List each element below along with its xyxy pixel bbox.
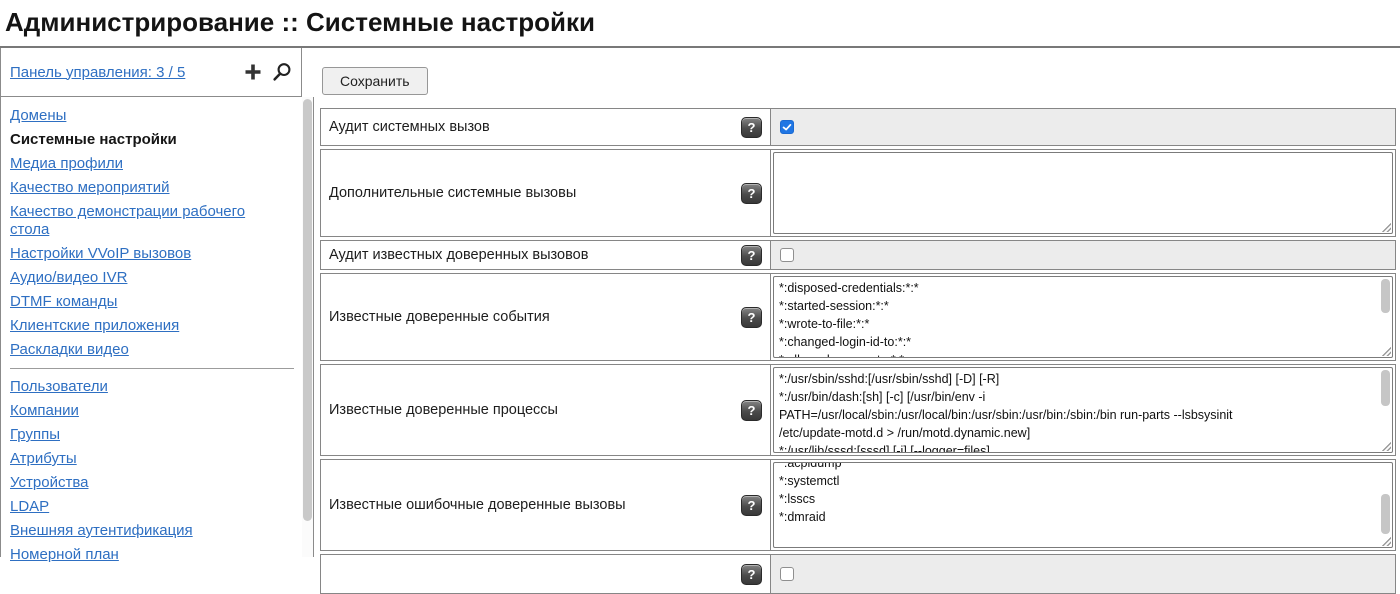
field-label: Известные доверенные события xyxy=(329,309,741,325)
help-icon[interactable]: ? xyxy=(741,495,762,516)
sidebar-item-link[interactable]: Атрибуты xyxy=(10,450,77,467)
textarea[interactable]: *:/usr/sbin/sshd:[/usr/sbin/sshd] [-D] [… xyxy=(773,367,1393,453)
form-row: Известные доверенные процессы? *:/usr/sbi… xyxy=(320,364,1396,456)
sidebar-item: Компании xyxy=(10,402,272,420)
help-icon[interactable]: ? xyxy=(741,183,762,204)
scrollbar-thumb[interactable] xyxy=(1381,370,1390,406)
sidebar-item-link[interactable]: Раскладки видео xyxy=(10,341,129,358)
sidebar-item-link[interactable]: Группы xyxy=(10,426,60,443)
sidebar-item: Медиа профили xyxy=(10,155,272,173)
textarea-content: *:acpidump *:systemctl *:lsscs *:dmraid xyxy=(774,462,1392,528)
plus-icon[interactable] xyxy=(243,62,263,82)
sidebar-item: Системные настройки xyxy=(10,131,272,149)
form-row: Известные доверенные события? *:disposed-… xyxy=(320,273,1396,361)
checkbox-unchecked[interactable] xyxy=(780,567,794,581)
textarea-content: *:disposed-credentials:*:* *:started-ses… xyxy=(774,277,1392,358)
sidebar-item: DTMF команды xyxy=(10,293,272,311)
scrollbar-thumb[interactable] xyxy=(1381,494,1390,534)
sidebar-item: Устройства xyxy=(10,474,272,492)
sidebar-item-link[interactable]: Пользователи xyxy=(10,378,108,395)
sidebar-item-link[interactable]: Качество мероприятий xyxy=(10,179,170,196)
field-label: Известные доверенные процессы xyxy=(329,402,741,418)
sidebar-item-current: Системные настройки xyxy=(10,131,177,148)
sidebar-item: Пользователи xyxy=(10,378,272,396)
sidebar-item-link[interactable]: Номерной план xyxy=(10,546,119,563)
control-panel-link[interactable]: Панель управления: 3 / 5 xyxy=(10,64,185,81)
sidebar-item: Группы xyxy=(10,426,272,444)
sidebar-item-link[interactable]: Аудио/видео IVR xyxy=(10,269,127,286)
magnifier-icon[interactable] xyxy=(270,61,293,84)
form-row: Дополнительные системные вызовы? xyxy=(320,149,1396,237)
field-label: Аудит известных доверенных вызовов xyxy=(329,247,741,263)
sidebar-item: LDAP xyxy=(10,498,272,516)
settings-panel: Сохранить Аудит системных вызов?Дополнит… xyxy=(320,48,1400,557)
sidebar-header: Панель управления: 3 / 5 xyxy=(1,48,302,97)
field-label: Известные ошибочные доверенные вызовы xyxy=(329,497,741,513)
field-label: Аудит системных вызов xyxy=(329,119,741,135)
sidebar-item-link[interactable]: Медиа профили xyxy=(10,155,123,172)
form-row: Аудит системных вызов? xyxy=(320,108,1396,146)
textarea[interactable]: *:disposed-credentials:*:* *:started-ses… xyxy=(773,276,1393,358)
sidebar-item: Атрибуты xyxy=(10,450,272,468)
sidebar-nav: Домены Системные настройки Медиа профили Ка… xyxy=(1,97,302,564)
sidebar-item: Домены xyxy=(10,107,272,125)
sidebar-item-link[interactable]: Внешняя аутентификация xyxy=(10,522,193,539)
sidebar-item-link[interactable]: Клиентские приложения xyxy=(10,317,179,334)
textarea[interactable]: *:acpidump *:systemctl *:lsscs *:dmraid xyxy=(773,462,1393,548)
help-icon[interactable]: ? xyxy=(741,564,762,585)
sidebar-item-link[interactable]: Качество демонстрации рабочего стола xyxy=(10,203,245,238)
sidebar-item-link[interactable]: Настройки VVoIP вызовов xyxy=(10,245,191,262)
help-icon[interactable]: ? xyxy=(741,245,762,266)
sidebar: Панель управления: 3 / 5 Домены Системные… xyxy=(0,48,302,557)
sidebar-item: Раскладки видео xyxy=(10,341,272,359)
form-row: Известные ошибочные доверенные вызовы? *:… xyxy=(320,459,1396,551)
sidebar-item: Клиентские приложения xyxy=(10,317,272,335)
sidebar-divider xyxy=(10,368,294,369)
sidebar-item: Аудио/видео IVR xyxy=(10,269,272,287)
checkbox-unchecked[interactable] xyxy=(780,248,794,262)
textarea-content xyxy=(774,153,1392,157)
sidebar-item-link[interactable]: Компании xyxy=(10,402,79,419)
page-title: Администрирование :: Системные настройки xyxy=(0,0,1400,38)
field-label: Дополнительные системные вызовы xyxy=(329,185,741,201)
save-button[interactable]: Сохранить xyxy=(322,67,428,95)
textarea-content: *:/usr/sbin/sshd:[/usr/sbin/sshd] [-D] [… xyxy=(774,368,1392,453)
help-icon[interactable]: ? xyxy=(741,307,762,328)
sidebar-item: Номерной план xyxy=(10,546,272,564)
help-icon[interactable]: ? xyxy=(741,400,762,421)
sidebar-item-link[interactable]: LDAP xyxy=(10,498,49,515)
settings-form: Аудит системных вызов?Дополнительные сис… xyxy=(320,108,1396,594)
resize-handle-icon[interactable] xyxy=(1380,221,1391,232)
sidebar-item: Качество мероприятий xyxy=(10,179,272,197)
sidebar-item-link[interactable]: Устройства xyxy=(10,474,88,491)
textarea[interactable] xyxy=(773,152,1393,234)
sidebar-scrollbar[interactable] xyxy=(302,97,314,557)
sidebar-item-link[interactable]: Домены xyxy=(10,107,66,124)
sidebar-item: Настройки VVoIP вызовов xyxy=(10,245,272,263)
sidebar-item: Качество демонстрации рабочего стола xyxy=(10,203,272,239)
form-row: ? xyxy=(320,554,1396,594)
resize-handle-icon[interactable] xyxy=(1380,535,1391,546)
sidebar-item: Внешняя аутентификация xyxy=(10,522,272,540)
sidebar-scrollbar-thumb[interactable] xyxy=(303,99,312,521)
sidebar-item-link[interactable]: DTMF команды xyxy=(10,293,117,310)
scrollbar-thumb[interactable] xyxy=(1381,279,1390,313)
help-icon[interactable]: ? xyxy=(741,117,762,138)
checkbox-checked[interactable] xyxy=(780,120,794,134)
form-row: Аудит известных доверенных вызовов? xyxy=(320,240,1396,270)
